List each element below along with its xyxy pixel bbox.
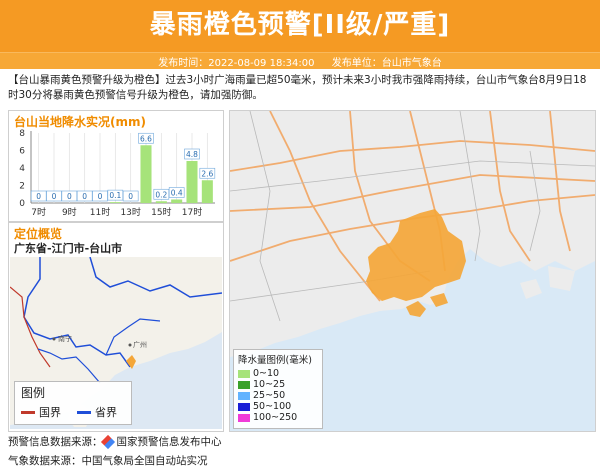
bar-value-label: 0.1 — [109, 191, 121, 200]
province-border-swatch — [77, 410, 91, 414]
rain-panel: 台山当地降水实况(mm) 0 2 4 6 8 0 0 0 0 0 0.1 0 6.6 0.2 0.4 4.8 2… — [8, 110, 224, 222]
publisher: 发布单位：台山市气象台 — [331, 58, 442, 69]
bar-value-label: 4.8 — [186, 150, 198, 159]
meta-bar: 发布时间：2022-08-09 18:34:00 发布单位：台山市气象台 — [0, 52, 600, 69]
rain-legend-item: 25~50 — [234, 390, 322, 401]
rain-legend-label: 0~10 — [253, 368, 280, 379]
bar-value-label: 6.6 — [140, 134, 152, 143]
rain-legend-item: 10~25 — [234, 379, 322, 390]
rain-legend-swatch — [238, 391, 250, 400]
rain-legend-item: 100~250 — [234, 412, 322, 423]
y-tick-label: 4 — [19, 164, 25, 174]
warning-source-label: 预警信息数据来源： — [8, 436, 103, 448]
bar-value-label: 0 — [67, 192, 72, 201]
bar-value-label: 0.4 — [171, 189, 183, 198]
x-tick-label: 17时 — [182, 206, 202, 218]
overview-map[interactable]: 南宁 广州 图例 国界 省界 — [10, 257, 222, 429]
rain-bar — [155, 201, 167, 203]
rain-legend-label: 10~25 — [253, 379, 286, 390]
warning-source: 预警信息数据来源： 国家预警信息发布中心 — [8, 434, 222, 449]
rain-legend-swatch — [238, 380, 250, 389]
rain-legend-label: 25~50 — [253, 390, 286, 401]
warning-source-org[interactable]: 国家预警信息发布中心 — [117, 434, 222, 449]
alert-text: 【台山暴雨黄色预警升级为橙色】过去3小时广海雨量已超50毫米，预计未来3小时我市… — [8, 74, 587, 101]
rain-legend: 降水量图例(毫米) 0~10 10~25 25~50 50~100 100~25… — [233, 349, 323, 429]
bar-value-label: 0 — [128, 192, 133, 201]
map-label-city2: 广州 — [133, 340, 147, 349]
bar-value-label: 0 — [36, 192, 41, 201]
rain-bar — [109, 202, 121, 203]
y-tick-label: 6 — [19, 147, 25, 157]
location-panel: 定位概览 广东省-江门市-台山市 南宁 广州 图例 国界 省界 — [8, 222, 224, 432]
rain-bar — [140, 145, 152, 203]
location-place: 广东省-江门市-台山市 — [14, 242, 123, 255]
national-border-swatch — [21, 410, 35, 414]
bar-value-label: 0 — [98, 192, 103, 201]
x-tick-label: 11时 — [90, 206, 110, 218]
rain-legend-label: 100~250 — [253, 412, 298, 423]
y-tick-label: 2 — [19, 182, 25, 192]
bar-value-label: 0 — [82, 192, 87, 201]
rain-legend-item: 50~100 — [234, 401, 322, 412]
map-legend: 图例 国界 省界 — [14, 381, 132, 425]
bar-value-label: 2.6 — [201, 169, 213, 178]
x-tick-label: 9时 — [62, 206, 77, 218]
rain-bar — [186, 161, 198, 203]
legend-national-border: 国界 — [21, 404, 61, 420]
rain-legend-swatch — [238, 402, 250, 411]
rain-bar — [201, 180, 213, 203]
y-tick-label: 8 — [19, 129, 25, 139]
x-tick-label: 13时 — [120, 206, 140, 218]
warning-title: 暴雨橙色预警[II级/严重] — [149, 10, 451, 40]
bar-value-label: 0.2 — [155, 190, 167, 199]
bar-value-label: 0 — [52, 192, 57, 201]
header: 暴雨橙色预警[II级/严重] — [0, 0, 600, 52]
y-tick-label: 0 — [19, 199, 25, 209]
rain-legend-title: 降水量图例(毫米) — [238, 355, 312, 366]
province-border-label: 省界 — [95, 406, 117, 419]
rain-legend-swatch — [238, 413, 250, 422]
x-tick-label: 15时 — [151, 206, 171, 218]
rain-chart: 0 2 4 6 8 0 0 0 0 0 0.1 0 6.6 0.2 0.4 4.8 2.6 7时 9时 11时 13时 1… — [19, 129, 216, 218]
national-border-label: 国界 — [39, 406, 61, 419]
rain-legend-swatch — [238, 369, 250, 378]
weather-source-label: 气象数据来源：中国气象局全国自动站实况 — [8, 455, 208, 467]
legend-province-border: 省界 — [77, 404, 117, 420]
meta-info: 发布时间：2022-08-09 18:34:00 发布单位：台山市气象台 — [0, 54, 600, 69]
x-tick-label: 7时 — [31, 206, 46, 218]
rain-legend-item: 0~10 — [234, 368, 322, 379]
rain-legend-label: 50~100 — [253, 401, 292, 412]
publish-time: 发布时间：2022-08-09 18:34:00 — [158, 58, 315, 69]
weather-source: 气象数据来源：中国气象局全国自动站实况 — [8, 453, 208, 468]
map-label-city1: 南宁 — [58, 334, 72, 343]
rain-map[interactable]: 降水量图例(毫米) 0~10 10~25 25~50 50~100 100~25… — [229, 110, 596, 432]
rain-bar — [171, 199, 183, 203]
map-legend-title: 图例 — [21, 386, 46, 400]
